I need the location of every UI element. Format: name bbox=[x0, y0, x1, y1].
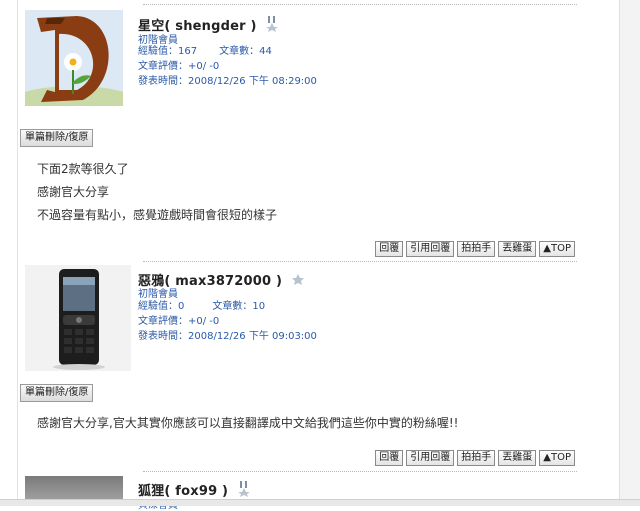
post-count-value: 10 bbox=[252, 301, 266, 312]
post-actions: 回覆 引用回覆 拍拍手 丟雞蛋 ▲TOP bbox=[375, 450, 575, 466]
top-button[interactable]: ▲TOP bbox=[539, 241, 575, 257]
post-count-label: 文章數： bbox=[219, 46, 260, 57]
article-rating: 文章評價：+0/ -0 bbox=[138, 316, 220, 327]
post-content: 感謝官大分享,官大其實你應該可以直接翻譯成中文給我們這些你中實的粉絲喔!! bbox=[37, 412, 458, 435]
delete-restore-button[interactable]: 單篇刪除/復原 bbox=[20, 384, 94, 402]
reply-button[interactable]: 回覆 bbox=[375, 450, 404, 466]
rank-badge-icon bbox=[291, 271, 305, 291]
scrollbar[interactable] bbox=[619, 0, 640, 506]
rank-badge-icon bbox=[237, 481, 251, 501]
member-rank: 初階會員 bbox=[138, 289, 178, 300]
exp-label: 經驗值： bbox=[138, 46, 178, 57]
post-content: 下面2款等很久了 感謝官大分享 不過容量有點小，感覺遊戲時間會很短的樣子 bbox=[37, 158, 277, 227]
post-time: 發表時間：2008/12/26 下午 09:03:00 bbox=[138, 331, 317, 342]
top-button[interactable]: ▲TOP bbox=[539, 450, 575, 466]
forum-thread: 星空( shengder ) 初階會員 經驗值：167 文章數：44 文章評價：+… bbox=[0, 0, 620, 511]
post-actions: 回覆 引用回覆 拍拍手 丟雞蛋 ▲TOP bbox=[375, 241, 575, 257]
delete-restore-button[interactable]: 單篇刪除/復原 bbox=[20, 129, 94, 147]
throw-egg-button[interactable]: 丟雞蛋 bbox=[498, 241, 537, 257]
avatar bbox=[25, 10, 123, 106]
post-count-value: 44 bbox=[259, 46, 272, 57]
applaud-button[interactable]: 拍拍手 bbox=[457, 450, 496, 466]
post-divider bbox=[143, 261, 577, 262]
post: 星空( shengder ) 初階會員 經驗值：167 文章數：44 文章評價：+… bbox=[17, 0, 577, 260]
rank-badge-icon bbox=[265, 16, 279, 36]
post-divider bbox=[143, 471, 577, 472]
content-line: 感謝官大分享,官大其實你應該可以直接翻譯成中文給我們這些你中實的粉絲喔!! bbox=[37, 416, 459, 430]
exp-value: 0 bbox=[178, 301, 185, 312]
reply-button[interactable]: 回覆 bbox=[375, 241, 404, 257]
content-line: 不過容量有點小，感覺遊戲時間會很短的樣子 bbox=[37, 208, 278, 222]
avatar bbox=[25, 265, 131, 371]
exp-value: 167 bbox=[178, 46, 198, 57]
post-time: 發表時間：2008/12/26 下午 08:29:00 bbox=[138, 76, 317, 87]
post: 惡鴉( max3872000 ) 初階會員 經驗值：0 文章數：10 文章評價：+… bbox=[17, 260, 577, 470]
content-line: 下面2款等很久了 bbox=[37, 162, 129, 176]
horizontal-scrollbar[interactable] bbox=[0, 499, 640, 506]
post-divider bbox=[143, 4, 577, 5]
member-stats: 經驗值：0 文章數：10 bbox=[138, 299, 265, 314]
exp-label: 經驗值： bbox=[138, 301, 178, 312]
member-stats: 經驗值：167 文章數：44 bbox=[138, 44, 272, 59]
applaud-button[interactable]: 拍拍手 bbox=[457, 241, 496, 257]
throw-egg-button[interactable]: 丟雞蛋 bbox=[498, 450, 537, 466]
quote-reply-button[interactable]: 引用回覆 bbox=[406, 241, 455, 257]
post-count-label: 文章數： bbox=[212, 301, 253, 312]
article-rating: 文章評價：+0/ -0 bbox=[138, 61, 220, 72]
quote-reply-button[interactable]: 引用回覆 bbox=[406, 450, 455, 466]
content-line: 感謝官大分享 bbox=[37, 185, 110, 199]
